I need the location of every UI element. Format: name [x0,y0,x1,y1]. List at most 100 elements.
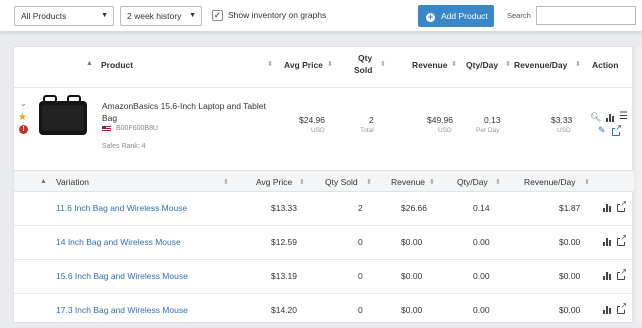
us-flag-icon [102,126,111,132]
col-var-avg-price[interactable]: Avg Price [256,177,292,187]
variation-name-link[interactable]: 15.6 Inch Bag and Wireless Mouse [56,271,188,281]
variation-name-link[interactable]: 11.6 Inch Bag and Wireless Mouse [56,203,187,213]
list-icon[interactable]: ☰ [619,111,628,122]
external-link-icon[interactable] [617,234,627,246]
variation-row[interactable]: 14 Inch Bag and Wireless Mouse $12.59 0 … [14,226,634,260]
col-avg-price[interactable]: Avg Price [284,60,323,70]
col-revenue[interactable]: Revenue [412,60,447,70]
bar-chart-icon[interactable] [603,238,611,246]
col-var-qty-sold[interactable]: Qty Sold [325,177,358,187]
revenue-day: $3.33 [551,115,573,125]
variation-qty-day: 0.14 [473,203,490,213]
variation-name-link[interactable]: 17.3 Inch Bag and Wireless Mouse [56,305,188,315]
avg-price-unit: USD [311,127,325,134]
add-product-label: Add Product [441,11,488,21]
sort-icon[interactable]: ⬍ [366,178,372,186]
variation-row[interactable]: 15.6 Inch Bag and Wireless Mouse $13.19 … [14,260,634,294]
bar-chart-icon[interactable] [603,272,611,280]
revenue-unit: USD [438,127,452,134]
sort-icon[interactable]: ⬍ [267,60,273,68]
sort-icon[interactable]: ⬍ [327,60,333,68]
variation-revenue-day: $1.87 [559,203,581,213]
sort-icon[interactable]: ⬍ [451,60,457,68]
variation-revenue: $0.00 [401,237,423,247]
sort-icon[interactable]: ⬍ [380,60,386,68]
sort-up-icon[interactable]: ▲ [40,178,47,185]
col-var-revenue-day[interactable]: Revenue/Day [524,177,576,187]
search-icon[interactable]: 🔍︎ [590,112,601,123]
external-link-icon[interactable] [617,302,627,314]
variation-name-link[interactable]: 14 Inch Bag and Wireless Mouse [56,237,181,247]
variation-row[interactable]: 11.6 Inch Bag and Wireless Mouse $13.33 … [14,192,634,226]
variation-qty-day: 0.00 [473,271,490,281]
history-filter-value: 2 week history [127,11,182,21]
variation-qty-sold: 0 [358,305,363,315]
chevron-down-icon: ▼ [101,12,108,19]
col-action: Action [592,60,619,70]
sort-icon[interactable]: ⬍ [584,178,590,186]
external-link-icon[interactable] [617,268,627,280]
avg-price: $24.96 [299,115,325,125]
chevron-down-icon: ▼ [189,12,196,19]
sort-up-icon[interactable]: ▲ [86,60,93,67]
variation-revenue-day: $0.00 [559,237,581,247]
qty-sold: 2 [369,115,374,125]
variation-qty-day: 0.00 [473,305,490,315]
bar-chart-icon[interactable] [603,204,611,212]
variation-revenue-day: $0.00 [559,271,581,281]
history-filter-select[interactable]: 2 week history ▼ [120,6,202,26]
bar-chart-icon[interactable] [603,306,611,314]
variation-avg-price: $13.19 [271,271,297,281]
product-name-line1[interactable]: AmazonBasics 15.6-Inch Laptop and Tablet [102,101,266,111]
qty-day: 0.13 [484,115,501,125]
product-filter-value: All Products [21,11,67,21]
product-image [36,93,90,137]
product-filter-select[interactable]: All Products ▼ [14,6,114,26]
search-label: Search [507,11,531,20]
sales-rank: Sales Rank: 4 [102,143,146,150]
col-product[interactable]: Product [101,60,133,70]
sort-icon[interactable]: ⬍ [495,178,501,186]
scrollbar[interactable] [636,46,642,323]
bar-chart-icon[interactable] [606,114,614,122]
col-variation[interactable]: Variation [56,177,89,187]
external-link-icon[interactable] [617,200,627,212]
col-var-qty-day[interactable]: Qty/Day [457,177,488,187]
sort-icon[interactable]: ⬍ [299,178,305,186]
show-inventory-checkbox[interactable]: ✓ [212,10,223,21]
variation-avg-price: $14.20 [271,305,297,315]
sort-icon[interactable]: ⬍ [223,178,229,186]
products-table: ▲ Product ⬍ Avg Price ⬍ Qty Sold ⬍ Reven… [13,46,634,323]
sort-icon[interactable]: ⬍ [505,60,511,68]
external-link-icon[interactable] [612,124,622,136]
col-qty-sold-line2[interactable]: Sold [354,65,372,75]
product-row[interactable]: ⌄ ★ ! AmazonBasics 15.6-Inch Laptop and … [14,87,634,170]
col-qty-day[interactable]: Qty/Day [466,60,498,70]
sort-icon[interactable]: ⬍ [429,178,435,186]
sort-icon[interactable]: ⬍ [575,60,581,68]
product-name-line2[interactable]: Bag [102,113,117,123]
variation-revenue: $26.66 [401,203,427,213]
variation-avg-price: $13.33 [271,203,297,213]
plus-icon: + [426,12,435,22]
col-revenue-day[interactable]: Revenue/Day [514,60,567,70]
variation-qty-sold: 2 [358,203,363,213]
variation-avg-price: $12.59 [271,237,297,247]
alert-icon: ! [19,125,28,134]
variation-revenue-day: $0.00 [559,305,581,315]
variation-revenue: $0.00 [401,271,423,281]
chevron-down-icon[interactable]: ⌄ [20,99,27,108]
qty-day-unit: Per Day [476,127,500,134]
col-qty-sold-line1[interactable]: Qty [358,53,372,63]
search-input[interactable] [536,6,636,25]
variation-qty-sold: 0 [358,271,363,281]
col-var-revenue[interactable]: Revenue [391,177,425,187]
toolbar: All Products ▼ 2 week history ▼ ✓ Show i… [0,0,642,32]
revenue: $49.96 [427,115,453,125]
add-product-button[interactable]: + Add Product [418,5,494,27]
show-inventory-label: Show inventory on graphs [228,10,327,20]
edit-icon[interactable]: ✎ [598,125,606,136]
qty-sold-unit: Total [360,127,374,134]
star-icon[interactable]: ★ [18,112,27,123]
variation-header: ▲ Variation ⬍ Avg Price ⬍ Qty Sold ⬍ Rev… [14,170,634,192]
